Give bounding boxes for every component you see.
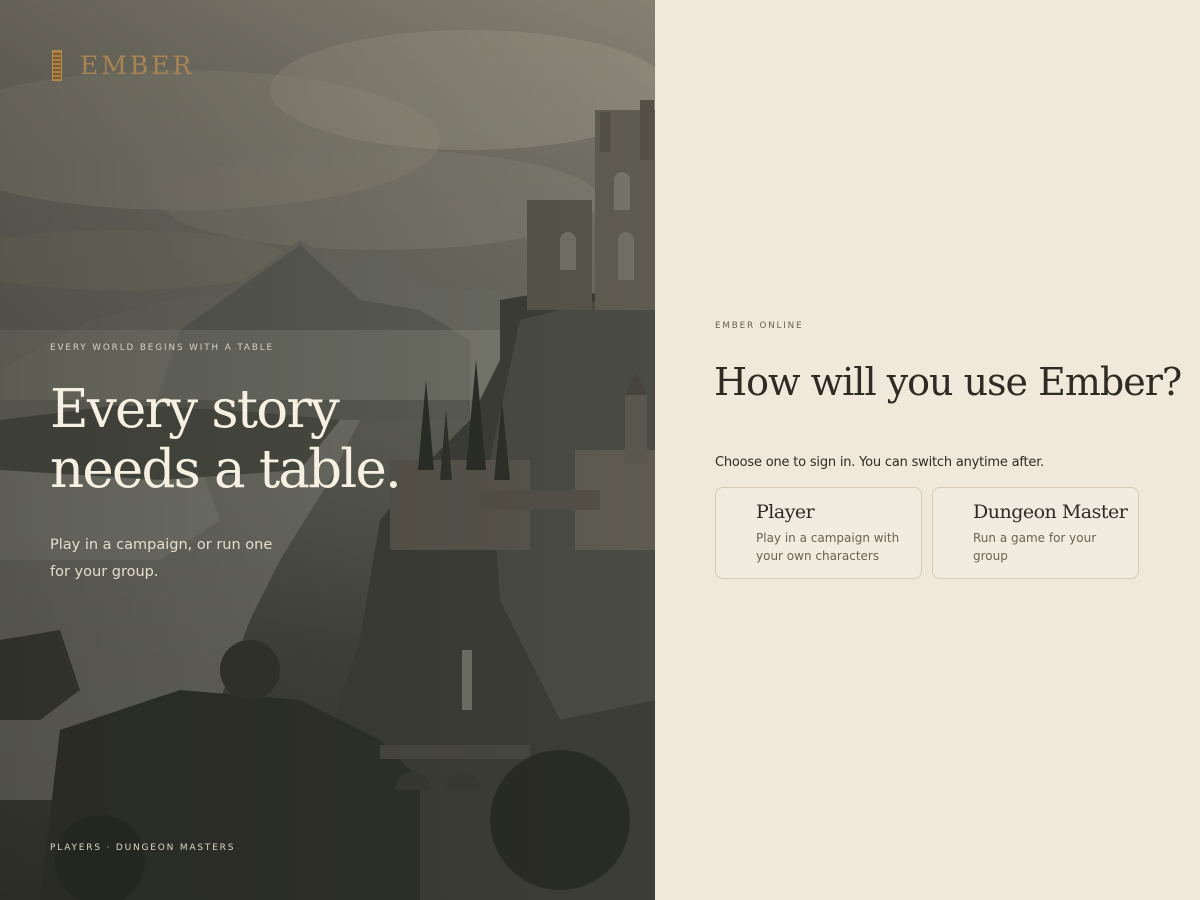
role-description: Run a game for your group bbox=[973, 531, 1097, 563]
dungeon-master-role-button[interactable]: Dungeon Master Run a game for your group bbox=[932, 487, 1139, 579]
instruction-text: Choose one to sign in. You can switch an… bbox=[715, 455, 1045, 470]
player-role-button[interactable]: Player Play in a campaign with your own … bbox=[715, 487, 922, 579]
brand-name: EMBER bbox=[80, 51, 195, 80]
panel-kicker: EMBER ONLINE bbox=[715, 321, 804, 331]
role-description: Play in a campaign with your own charact… bbox=[756, 531, 900, 563]
signin-panel: EMBER ONLINE How will you use Ember? Cho… bbox=[655, 0, 1200, 900]
hero-eyebrow: EVERY WORLD BEGINS WITH A TABLE bbox=[50, 343, 275, 353]
hero-footer-tag: PLAYERS · DUNGEON MASTERS bbox=[50, 843, 236, 853]
hero-headline: Every story needs a table. bbox=[50, 379, 402, 500]
book-spine-icon bbox=[52, 50, 62, 81]
role-name: Dungeon Master bbox=[973, 501, 1128, 523]
role-name: Player bbox=[756, 501, 815, 523]
page-title: How will you use Ember? bbox=[714, 360, 1182, 404]
hero-subtext: Play in a campaign, or run one for your … bbox=[50, 537, 273, 580]
brand-logo[interactable]: EMBER bbox=[52, 50, 194, 81]
hero-panel: EMBER EVERY WORLD BEGINS WITH A TABLE Ev… bbox=[0, 0, 655, 900]
